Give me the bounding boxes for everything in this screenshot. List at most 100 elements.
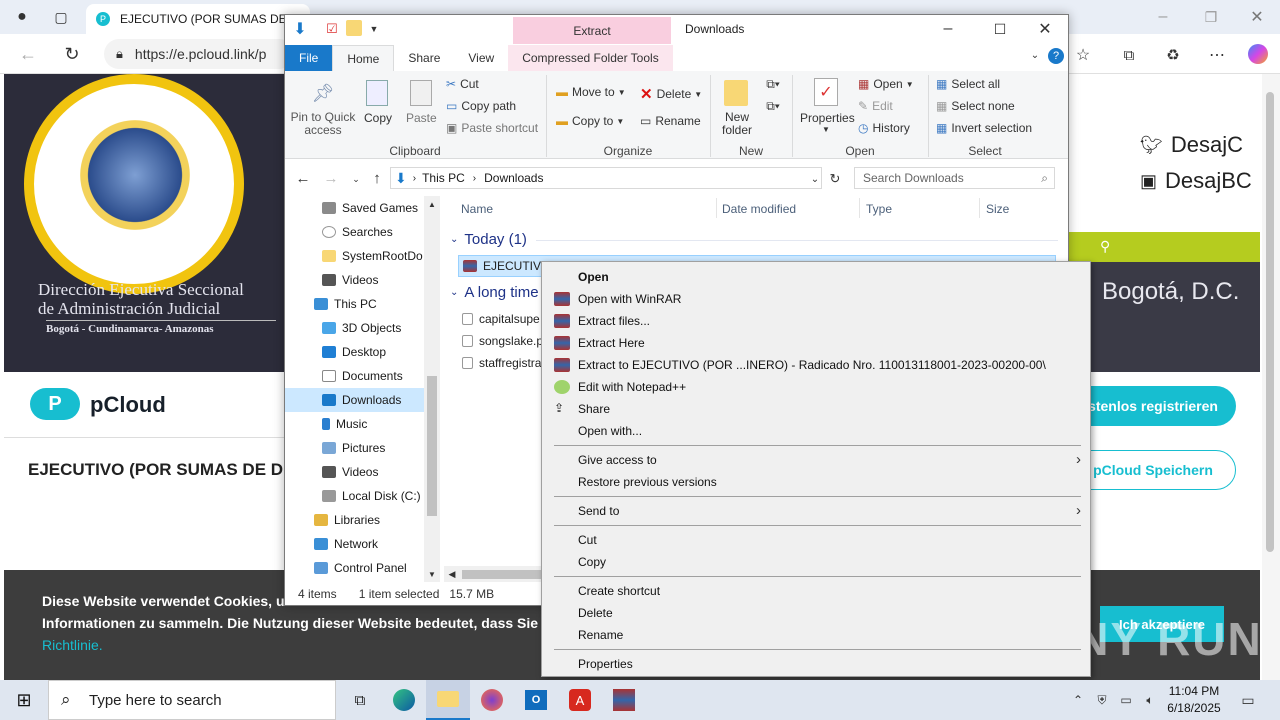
- rename-button[interactable]: ▭ Rename: [640, 114, 701, 128]
- recent-locations-icon[interactable]: ⌄: [350, 172, 362, 186]
- start-windows-icon[interactable]: ⊞: [0, 680, 48, 720]
- save-to-pcloud-button[interactable]: pCloud Speichern: [1070, 450, 1236, 490]
- nav-item-libraries[interactable]: Libraries: [310, 508, 424, 532]
- extensions-icon[interactable]: ♻: [1162, 44, 1184, 66]
- tab-view[interactable]: View: [454, 45, 508, 71]
- more-icon[interactable]: ⋯: [1206, 44, 1228, 66]
- nav-item-desktop[interactable]: Desktop: [318, 340, 424, 364]
- nav-back-icon[interactable]: ←: [294, 170, 312, 187]
- tab-file[interactable]: File: [285, 45, 333, 71]
- new-item-icon[interactable]: ⧉▾: [762, 76, 784, 92]
- browser-tab[interactable]: P EJECUTIVO (POR SUMAS DE DIN: [86, 4, 310, 34]
- menu-item-delete[interactable]: Delete: [543, 602, 1089, 624]
- menu-item-share[interactable]: ⇪ Share: [543, 398, 1089, 420]
- breadcrumb-this-pc[interactable]: This PC: [422, 171, 465, 185]
- menu-item-open-with-winrar[interactable]: Open with WinRAR: [543, 288, 1089, 310]
- menu-item-create-shortcut[interactable]: Create shortcut: [543, 580, 1089, 602]
- tab-actions-icon[interactable]: ▢: [50, 6, 72, 28]
- column-name[interactable]: Name: [461, 202, 493, 216]
- tab-share[interactable]: Share: [394, 45, 454, 71]
- close-icon[interactable]: ✕: [1246, 6, 1268, 28]
- refresh-folder-icon[interactable]: ↻: [826, 170, 844, 188]
- menu-item-extract-files[interactable]: Extract files...: [543, 310, 1089, 332]
- properties-quick-icon[interactable]: ☑: [324, 21, 340, 37]
- firefox-icon[interactable]: [470, 680, 514, 720]
- delete-button[interactable]: ✕ Delete ▼: [640, 85, 702, 103]
- scroll-down-icon[interactable]: ▼: [426, 568, 438, 580]
- help-icon[interactable]: ?: [1048, 48, 1064, 64]
- nav-item-local-disk[interactable]: Local Disk (C:): [318, 484, 424, 508]
- tab-compressed-folder-tools[interactable]: Compressed Folder Tools: [508, 45, 673, 71]
- collections-icon[interactable]: ⧉: [1118, 44, 1140, 66]
- tray-security-icon[interactable]: ⛨: [1094, 690, 1110, 710]
- edit-button[interactable]: ✎ Edit: [858, 99, 893, 113]
- outlook-icon[interactable]: O: [514, 680, 558, 720]
- properties-dropdown-icon[interactable]: ▼: [822, 125, 830, 134]
- menu-item-send-to[interactable]: Send to ›: [543, 500, 1089, 522]
- nav-item-documents[interactable]: Documents: [318, 364, 424, 388]
- restore-icon[interactable]: ❐: [1200, 6, 1222, 28]
- quick-access-dropdown-icon[interactable]: ▼: [368, 21, 380, 37]
- group-long-time[interactable]: ⌄ A long time: [450, 284, 539, 301]
- menu-item-properties[interactable]: Properties: [543, 653, 1089, 675]
- register-button[interactable]: stenlos registrieren: [1070, 386, 1236, 426]
- menu-item-give-access[interactable]: Give access to ›: [543, 449, 1089, 471]
- profile-icon[interactable]: ●: [8, 6, 36, 28]
- nav-item-network[interactable]: Network: [310, 532, 424, 556]
- menu-item-extract-to[interactable]: Extract to EJECUTIVO (POR ...INERO) - Ra…: [543, 354, 1089, 376]
- file-row[interactable]: songslake.p: [462, 330, 543, 352]
- file-row[interactable]: staffregistra: [462, 352, 541, 374]
- menu-item-open[interactable]: Open: [543, 266, 1089, 288]
- explorer-maximize-icon[interactable]: ☐: [990, 20, 1010, 38]
- nav-item-searches[interactable]: Searches: [318, 220, 424, 244]
- notifications-icon[interactable]: ▭: [1238, 690, 1258, 710]
- nav-item-downloads[interactable]: Downloads: [285, 388, 424, 412]
- nav-forward-icon[interactable]: →: [322, 170, 340, 187]
- nav-item-control-panel[interactable]: Control Panel: [310, 556, 424, 580]
- cut-button[interactable]: ✂ Cut: [446, 77, 479, 91]
- new-folder-quick-icon[interactable]: [346, 20, 362, 36]
- tab-home[interactable]: Home: [332, 45, 395, 71]
- nav-item-systemroot[interactable]: SystemRootDo: [318, 244, 424, 268]
- move-to-button[interactable]: ▬ Move to ▼: [556, 85, 626, 99]
- copy-path-button[interactable]: ▭ Copy path: [446, 99, 516, 113]
- volume-icon[interactable]: 🔈︎: [1142, 690, 1158, 710]
- nav-item-videos-pc[interactable]: Videos: [318, 460, 424, 484]
- paste-button[interactable]: Paste: [406, 111, 437, 125]
- scroll-up-icon[interactable]: ▲: [426, 198, 438, 210]
- horizontal-scrollbar-thumb[interactable]: [462, 570, 542, 579]
- new-folder-button[interactable]: New folder: [720, 111, 754, 137]
- column-size[interactable]: Size: [986, 202, 1009, 216]
- minimize-icon[interactable]: –: [1152, 6, 1174, 28]
- menu-item-extract-here[interactable]: Extract Here: [543, 332, 1089, 354]
- edge-icon[interactable]: [382, 680, 426, 720]
- nav-item-this-pc[interactable]: This PC: [310, 292, 424, 316]
- back-icon[interactable]: ←: [16, 42, 40, 66]
- properties-button[interactable]: Properties: [800, 111, 855, 125]
- breadcrumb-downloads[interactable]: Downloads: [484, 171, 543, 185]
- pin-to-quick-access-button[interactable]: Pin to Quick access: [290, 111, 356, 137]
- column-type[interactable]: Type: [866, 202, 892, 216]
- menu-item-open-with[interactable]: Open with...: [543, 420, 1089, 442]
- copy-to-button[interactable]: ▬ Copy to ▼: [556, 114, 624, 128]
- select-all-button[interactable]: ▦ Select all: [936, 77, 1000, 91]
- refresh-icon[interactable]: ↻: [60, 42, 84, 66]
- address-bar[interactable]: 🔒︎ https://e.pcloud.link/p: [104, 39, 294, 69]
- menu-item-edit-notepadpp[interactable]: Edit with Notepad++: [543, 376, 1089, 398]
- address-dropdown-icon[interactable]: ⌄: [808, 172, 822, 186]
- nav-item-videos[interactable]: Videos: [318, 268, 424, 292]
- nav-item-3d-objects[interactable]: 3D Objects: [318, 316, 424, 340]
- menu-item-cut[interactable]: Cut: [543, 529, 1089, 551]
- copilot-icon[interactable]: [1248, 44, 1268, 64]
- taskbar-search[interactable]: ⌕ Type here to search: [48, 680, 336, 720]
- pcloud-logo-icon[interactable]: P: [30, 388, 80, 420]
- nav-up-icon[interactable]: ↑: [368, 170, 386, 187]
- explorer-search-box[interactable]: Search Downloads ⌕: [854, 167, 1055, 189]
- page-scrollbar-thumb[interactable]: [1266, 92, 1274, 552]
- menu-item-rename[interactable]: Rename: [543, 624, 1089, 646]
- file-explorer-icon[interactable]: [426, 680, 470, 720]
- winrar-taskbar-icon[interactable]: [602, 680, 646, 720]
- paste-shortcut-button[interactable]: ▣ Paste shortcut: [446, 121, 538, 135]
- open-button[interactable]: ▦ Open ▼: [858, 77, 914, 91]
- pcloud-logo-text[interactable]: pCloud: [90, 392, 166, 418]
